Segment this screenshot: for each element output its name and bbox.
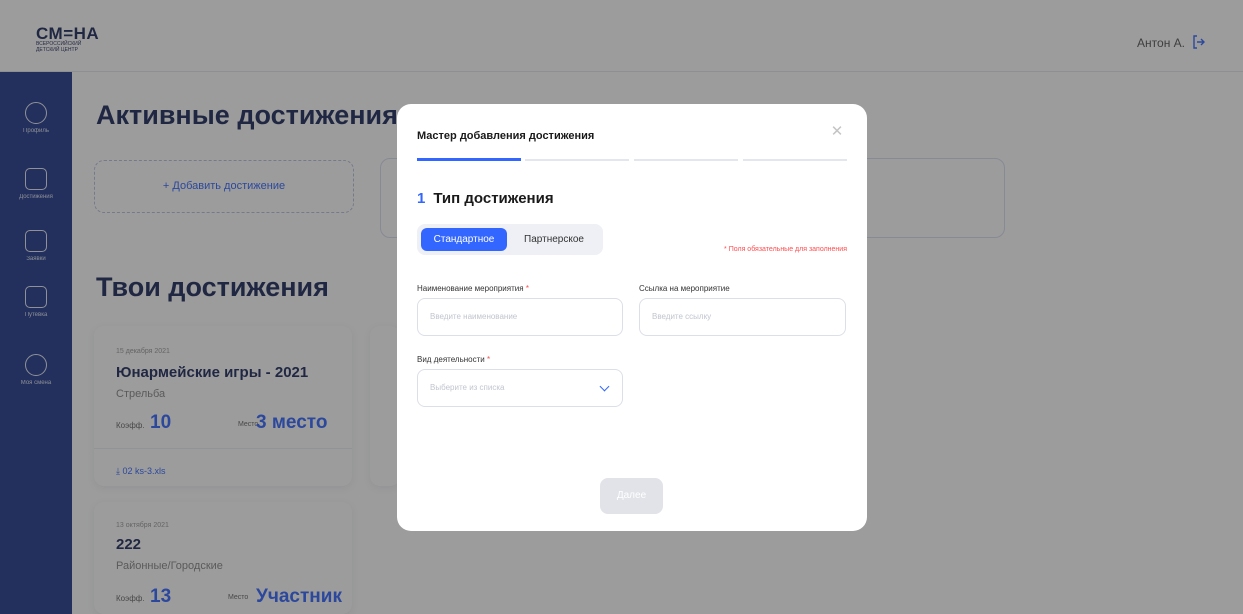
step-title: Тип достижения: [433, 190, 554, 207]
event-link-label: Ссылка на мероприятие: [639, 284, 730, 293]
close-icon[interactable]: ✕: [829, 124, 845, 140]
event-link-input[interactable]: Введите ссылку: [639, 298, 846, 336]
step-indicator-4: [743, 159, 847, 161]
next-button[interactable]: Далее: [600, 478, 663, 514]
modal-title: Мастер добавления достижения: [417, 130, 595, 142]
event-name-input[interactable]: Введите наименование: [417, 298, 623, 336]
step-indicator-1: [417, 158, 521, 161]
required-fields-note: * Поля обязательные для заполнения: [724, 246, 847, 253]
activity-label: Вид деятельности *: [417, 355, 491, 364]
type-standard-option[interactable]: Стандартное: [421, 228, 507, 251]
event-name-label: Наименование мероприятия *: [417, 284, 529, 293]
activity-select[interactable]: Выберите из списка: [417, 369, 623, 407]
required-mark: *: [525, 284, 529, 293]
add-achievement-modal: Мастер добавления достижения ✕ 1 Тип дост…: [397, 104, 867, 531]
step-indicator-3: [634, 159, 738, 161]
step-heading: 1 Тип достижения: [417, 190, 554, 207]
chevron-down-icon: [599, 381, 610, 392]
activity-select-placeholder: Выберите из списка: [430, 383, 505, 392]
step-indicator-2: [525, 159, 629, 161]
achievement-type-toggle: Стандартное Партнерское: [417, 224, 603, 255]
step-number: 1: [417, 190, 426, 207]
type-partner-option[interactable]: Партнерское: [509, 228, 599, 251]
required-mark: *: [486, 355, 491, 364]
